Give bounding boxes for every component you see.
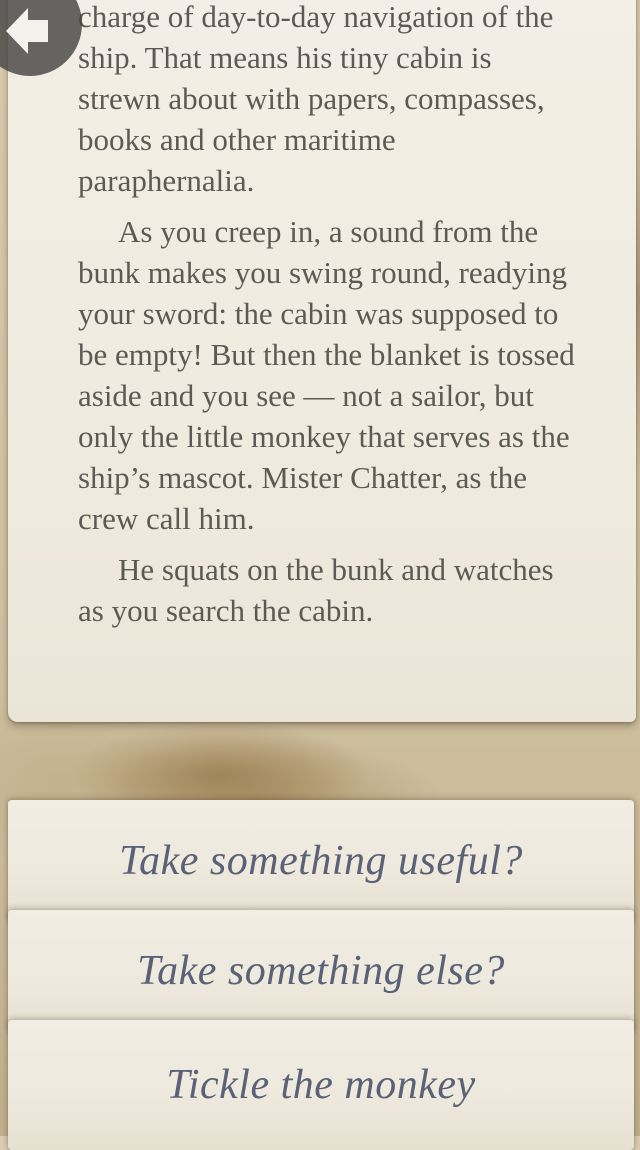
story-page: charge of day-to-day navigation of the s… [8, 0, 636, 722]
story-text: charge of day-to-day navigation of the s… [78, 0, 578, 641]
choice-label: Take something useful? [119, 838, 523, 884]
choice-take-something-useful[interactable]: Take something useful? [8, 800, 634, 922]
choice-take-something-else[interactable]: Take something else? [8, 910, 634, 1032]
story-paragraph: charge of day-to-day navigation of the s… [78, 0, 554, 198]
back-arrow-icon [6, 8, 48, 54]
story-paragraph: As you creep in, a sound from the bunk m… [78, 214, 575, 536]
choice-tickle-the-monkey[interactable]: Tickle the monkey [8, 1020, 634, 1150]
choice-label: Tickle the monkey [166, 1062, 476, 1108]
choice-label: Take something else? [137, 948, 505, 994]
story-paragraph: He squats on the bunk and watches as you… [78, 552, 554, 628]
